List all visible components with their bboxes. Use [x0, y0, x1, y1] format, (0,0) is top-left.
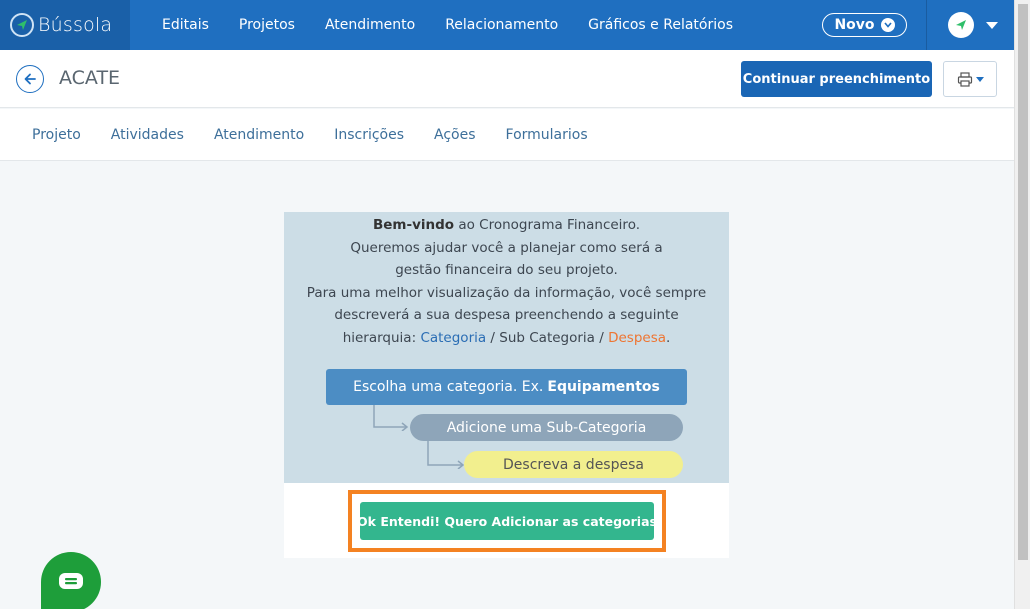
nav-item-projetos[interactable]: Projetos — [239, 17, 295, 33]
welcome-line3-wrap: Para uma melhor visualização da informaç… — [284, 282, 729, 350]
nav-item-relacionamento[interactable]: Relacionamento — [445, 17, 558, 33]
tab-acoes[interactable]: Ações — [434, 127, 476, 143]
welcome-bold: Bem-vindo — [372, 217, 455, 233]
print-button[interactable] — [943, 61, 997, 97]
caret-down-icon — [975, 76, 984, 82]
top-navbar: Bússola Editais Projetos Atendimento Rel… — [0, 0, 1014, 50]
highlight-frame: Ok Entendi! Quero Adicionar as categoria… — [348, 490, 666, 552]
chevron-down-icon — [880, 18, 895, 32]
compass-icon — [10, 13, 34, 37]
step-category: Escolha uma categoria. Ex. Equipamentos — [326, 369, 687, 405]
project-tabs: Projeto Atividades Atendimento Inscriçõe… — [0, 109, 1014, 161]
step-expense: Descreva a despesa — [464, 451, 683, 478]
welcome-info-panel: Bem-vindo ao Cronograma Financeiro. Quer… — [284, 212, 729, 483]
tab-inscricoes[interactable]: Inscrições — [334, 127, 404, 143]
continue-filling-button[interactable]: Continuar preenchimento — [741, 61, 932, 97]
back-button[interactable] — [16, 65, 44, 93]
welcome-line2: Queremos ajudar você a planejar como ser… — [350, 239, 663, 279]
back-arrow-icon — [24, 73, 36, 85]
step-category-text: Escolha uma categoria. Ex. — [353, 379, 544, 395]
tab-atividades[interactable]: Atividades — [111, 127, 184, 143]
user-avatar-icon[interactable] — [948, 12, 974, 38]
chat-icon — [59, 573, 83, 589]
brand[interactable]: Bússola — [0, 0, 130, 50]
nav-item-atendimento[interactable]: Atendimento — [325, 17, 415, 33]
page-title: ACATE — [59, 67, 121, 89]
brand-name: Bússola — [38, 14, 113, 36]
tab-formularios[interactable]: Formularios — [506, 127, 588, 143]
printer-icon — [957, 71, 972, 87]
hierarchy-categoria: Categoria — [420, 329, 487, 346]
hierarchy-arrow-icon — [427, 441, 465, 469]
tab-projeto[interactable]: Projeto — [32, 127, 81, 143]
ok-add-categories-button[interactable]: Ok Entendi! Quero Adicionar as categoria… — [357, 502, 657, 540]
step-subcategory: Adicione uma Sub-Categoria — [410, 414, 683, 441]
main-menu: Editais Projetos Atendimento Relacioname… — [162, 0, 763, 50]
hierarchy-end: . — [666, 329, 671, 346]
new-button-label: Novo — [834, 17, 875, 33]
page-header: ACATE Continuar preenchimento — [0, 50, 1014, 108]
hierarchy-separator: / Sub Categoria / — [486, 329, 609, 346]
vertical-scrollbar[interactable] — [1014, 0, 1030, 609]
tab-atendimento[interactable]: Atendimento — [214, 127, 304, 143]
welcome-card: Bem-vindo ao Cronograma Financeiro. Quer… — [284, 212, 729, 558]
welcome-line1: ao Cronograma Financeiro. — [454, 217, 641, 233]
welcome-text: Bem-vindo ao Cronograma Financeiro. Quer… — [284, 214, 729, 349]
hierarchy-despesa: Despesa — [608, 329, 667, 346]
step-category-example: Equipamentos — [547, 379, 660, 395]
hierarchy-arrow-icon — [373, 405, 409, 431]
caret-down-icon[interactable] — [986, 22, 998, 29]
new-button[interactable]: Novo — [822, 13, 907, 37]
chat-button[interactable] — [41, 552, 101, 609]
scrollbar-thumb[interactable] — [1018, 4, 1028, 560]
nav-item-editais[interactable]: Editais — [162, 17, 209, 33]
nav-divider — [926, 0, 927, 50]
nav-item-graficos-relatorios[interactable]: Gráficos e Relatórios — [588, 17, 733, 33]
